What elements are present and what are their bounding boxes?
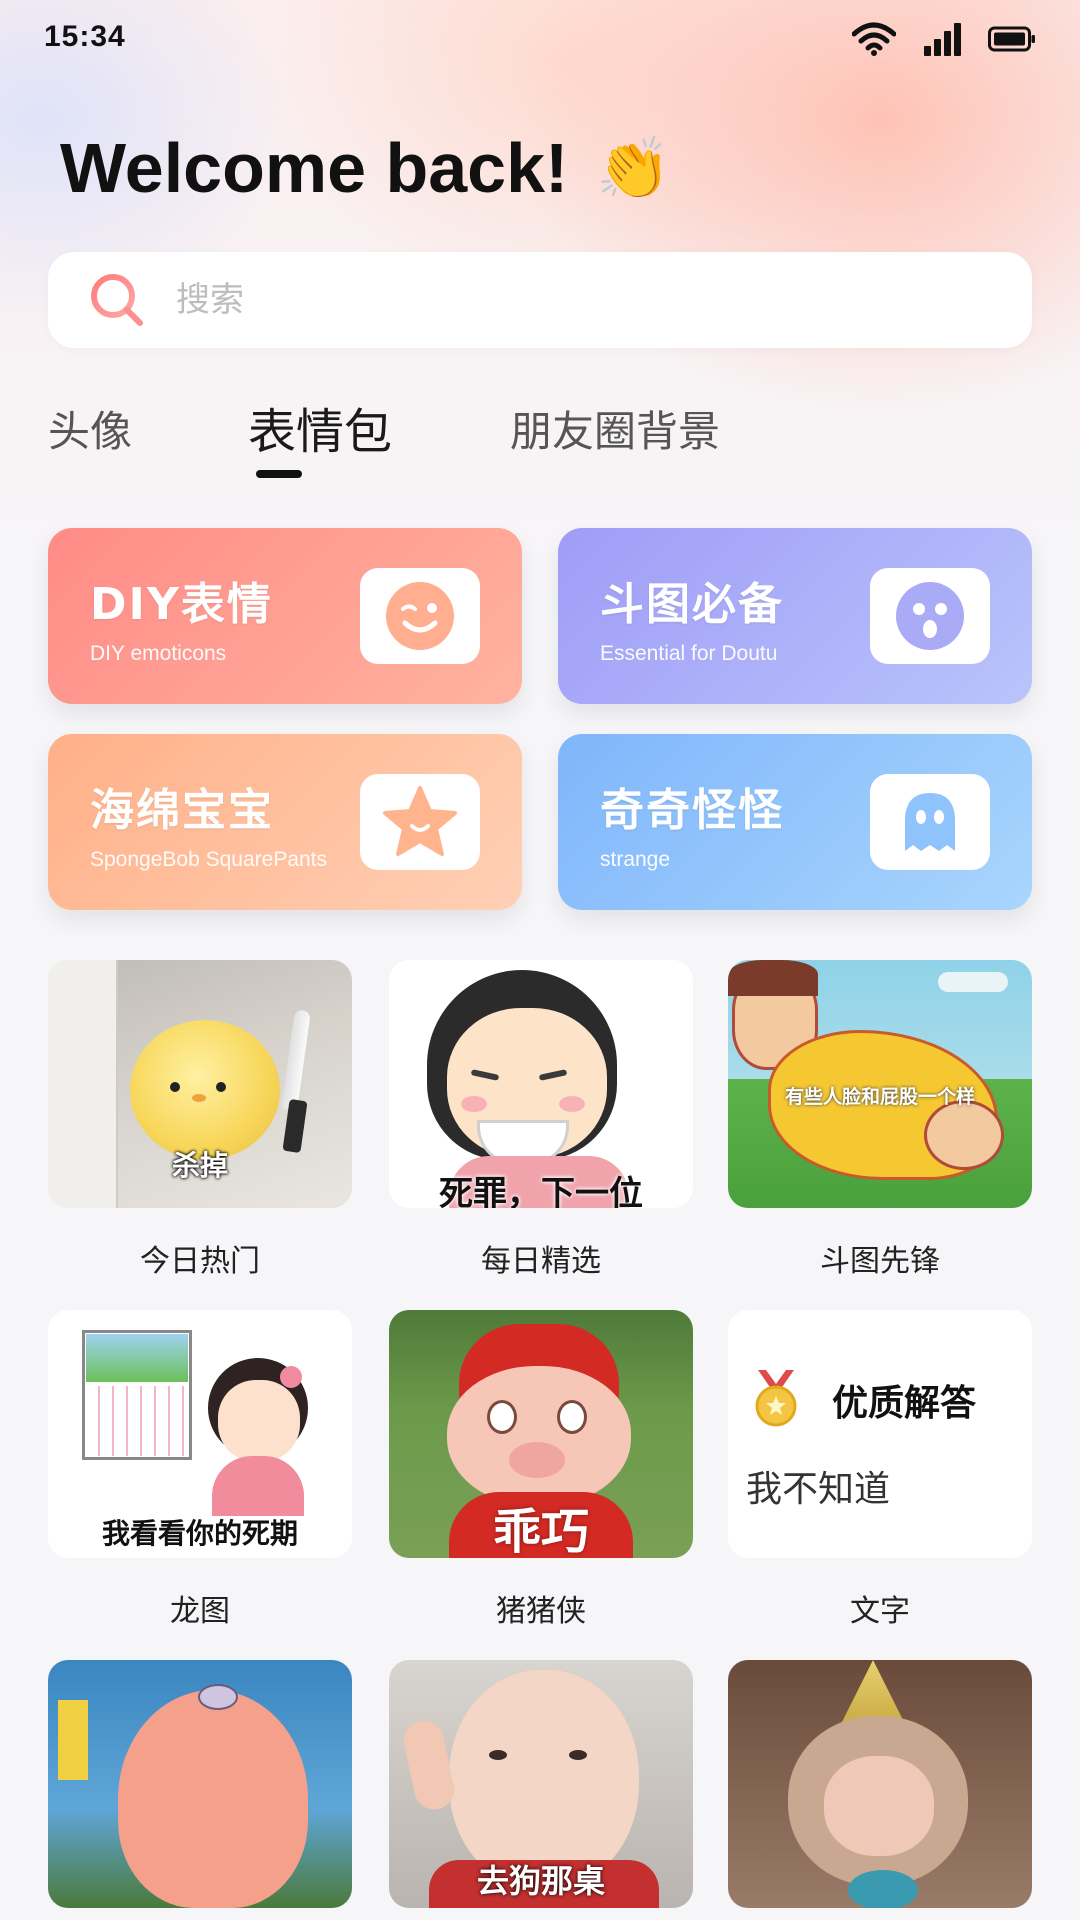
- sticker-caption: 我看看你的死期: [101, 1517, 298, 1550]
- tab-stickers[interactable]: 表情包: [248, 392, 392, 462]
- status-bar: 15:34: [0, 0, 1080, 80]
- active-tab-indicator: [256, 470, 302, 478]
- sticker-pack-label: 每日精选: [481, 1244, 601, 1279]
- tab-moments-background[interactable]: 朋友圈背景: [510, 398, 720, 459]
- tab-bar: 头像 表情包 朋友圈背景: [48, 398, 1032, 478]
- sticker-pack-text[interactable]: 优质解答 我不知道 文字: [728, 1310, 1032, 1630]
- category-title: 斗图必备: [600, 579, 784, 630]
- category-card-doutu[interactable]: 斗图必备 Essential for Doutu: [558, 528, 1032, 704]
- sticker-pack-gg-bond[interactable]: 乖巧 猪猪侠: [389, 1310, 693, 1630]
- sticker-thumbnail: 杀掉: [48, 960, 352, 1208]
- sticker-pack-baby[interactable]: 去狗那桌: [389, 1660, 693, 1920]
- sticker-thumbnail: 有些人脸和屁股一个样: [728, 960, 1032, 1208]
- sticker-thumbnail: 乖巧: [389, 1310, 693, 1558]
- search-icon: [91, 274, 143, 326]
- sticker-pack-monkey[interactable]: [728, 1660, 1032, 1920]
- category-subtitle: Essential for Doutu: [600, 642, 778, 665]
- sticker-thumbnail: 去狗那桌: [389, 1660, 693, 1908]
- category-card-diy[interactable]: DIY表情 DIY emoticons: [48, 528, 522, 704]
- signal-icon: [924, 23, 961, 56]
- sticker-caption: 杀掉: [171, 1149, 228, 1182]
- sticker-pack-label: 文字: [850, 1594, 910, 1629]
- search-bar[interactable]: [48, 252, 1032, 348]
- sticker-pack-label: 龙图: [170, 1594, 230, 1629]
- category-card-strange[interactable]: 奇奇怪怪 strange: [558, 734, 1032, 910]
- welcome-heading: Welcome back! 👏: [60, 128, 671, 208]
- sticker-pack-doutu-pioneer[interactable]: 有些人脸和屁股一个样 斗图先锋: [728, 960, 1032, 1280]
- category-card-spongebob[interactable]: 海绵宝宝 SpongeBob SquarePants: [48, 734, 522, 910]
- sticker-caption: 死罪，下一位: [439, 1174, 643, 1208]
- search-input[interactable]: [176, 280, 936, 320]
- status-time: 15:34: [44, 20, 126, 53]
- sticker-pack-hot-today[interactable]: 杀掉 今日热门: [48, 960, 352, 1280]
- medal-icon: [746, 1368, 806, 1428]
- sticker-caption: 乖巧: [492, 1504, 589, 1558]
- category-subtitle: DIY emoticons: [90, 642, 227, 665]
- ghost-icon: [870, 774, 990, 870]
- welcome-text: Welcome back!: [60, 129, 569, 207]
- sticker-pack-patrick[interactable]: [48, 1660, 352, 1920]
- sticker-thumbnail: [728, 1660, 1032, 1908]
- sticker-pack-daily-picks[interactable]: 死罪，下一位 每日精选: [389, 960, 693, 1280]
- category-title: DIY表情: [90, 579, 273, 630]
- sticker-thumbnail: 死罪，下一位: [389, 960, 693, 1208]
- sticker-caption: 有些人脸和屁股一个样: [784, 1086, 975, 1108]
- sticker-thumbnail: 优质解答 我不知道: [728, 1310, 1032, 1558]
- clapping-hands-icon: 👏: [596, 134, 672, 202]
- star-face-icon: [360, 774, 480, 870]
- sticker-pack-label: 今日热门: [140, 1244, 260, 1279]
- tab-avatar[interactable]: 头像: [48, 398, 132, 459]
- sticker-thumbnail: 我看看你的死期: [48, 1310, 352, 1558]
- sticker-pack-label: 猪猪侠: [496, 1594, 586, 1629]
- sticker-thumbnail: [48, 1660, 352, 1908]
- category-title: 奇奇怪怪: [600, 785, 784, 836]
- battery-icon: [988, 26, 1035, 52]
- sticker-caption-title: 优质解答: [832, 1383, 977, 1424]
- category-subtitle: SpongeBob SquarePants: [90, 848, 328, 871]
- category-title: 海绵宝宝: [90, 785, 274, 836]
- sticker-caption: 去狗那桌: [476, 1862, 605, 1900]
- surprised-face-icon: [870, 568, 990, 664]
- sticker-pack-dragon-meme[interactable]: 我看看你的死期 龙图: [48, 1310, 352, 1630]
- wink-face-icon: [360, 568, 480, 664]
- sticker-caption: 我不知道: [746, 1469, 891, 1510]
- status-icons: [852, 22, 1036, 56]
- sticker-pack-label: 斗图先锋: [820, 1244, 940, 1279]
- wifi-icon: [852, 22, 896, 56]
- category-subtitle: strange: [600, 848, 671, 871]
